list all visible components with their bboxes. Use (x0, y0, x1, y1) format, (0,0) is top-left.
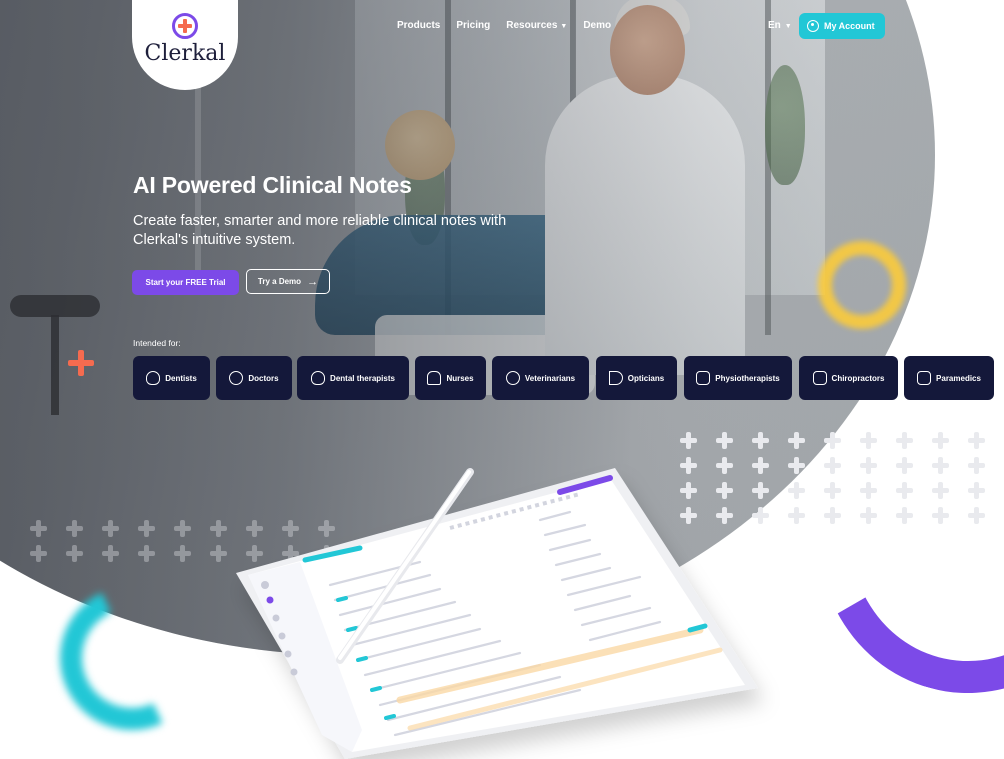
nurse-icon (427, 371, 442, 385)
tooth-icon (146, 371, 161, 385)
profession-label: Paramedics (936, 373, 981, 383)
profession-physiotherapists[interactable]: Physiotherapists (684, 356, 792, 400)
stethoscope-icon (229, 371, 244, 385)
profession-label: Dentists (165, 373, 197, 383)
profession-doctors[interactable]: Doctors (216, 356, 292, 400)
yellow-ring-decoration (818, 241, 906, 329)
profession-paramedics[interactable]: Paramedics (904, 356, 994, 400)
nav-products[interactable]: Products (397, 20, 440, 31)
language-selector[interactable]: En ▼ (768, 20, 792, 31)
profession-label: Doctors (248, 373, 279, 383)
orange-plus-decoration (68, 350, 94, 376)
physio-icon (696, 371, 711, 385)
eye-icon (608, 371, 623, 385)
nav-demo[interactable]: Demo (583, 20, 611, 31)
profession-dental-therapists[interactable]: Dental therapists (297, 356, 409, 400)
spine-icon (812, 371, 827, 385)
paw-icon (505, 371, 520, 385)
hero-subtitle: Create faster, smarter and more reliable… (133, 213, 507, 248)
intended-for-label: Intended for: (133, 338, 181, 348)
tooth-icon (311, 371, 326, 385)
profession-opticians[interactable]: Opticians (596, 356, 677, 400)
nav-resources[interactable]: Resources ▼ (506, 20, 567, 31)
logo-text: Clerkal (144, 41, 226, 66)
try-demo-label: Try a Demo (257, 277, 302, 286)
try-demo-button[interactable]: Try a Demo → (246, 269, 330, 294)
profession-label: Nurses (446, 373, 474, 383)
profession-dentists[interactable]: Dentists (133, 356, 210, 400)
profession-veterinarians[interactable]: Veterinarians (492, 356, 589, 400)
camera-icon (917, 371, 932, 385)
arrow-right-icon: → (307, 275, 319, 288)
profession-chiropractors[interactable]: Chiropractors (799, 356, 898, 400)
chevron-down-icon: ▼ (784, 23, 792, 30)
nav-pricing[interactable]: Pricing (456, 20, 490, 31)
logo-plus-icon (172, 13, 198, 39)
account-label: My Account (824, 21, 875, 31)
user-circle-icon (807, 20, 819, 32)
hero-title: AI Powered Clinical Notes (133, 172, 412, 198)
chevron-down-icon: ▼ (560, 23, 568, 30)
profession-label: Chiropractors (831, 373, 885, 383)
profession-nurses[interactable]: Nurses (415, 356, 486, 400)
profession-label: Opticians (627, 373, 665, 383)
profession-label: Dental therapists (330, 373, 395, 383)
my-account-button[interactable]: My Account (799, 13, 885, 39)
start-free-trial-button[interactable]: Start your FREE Trial (132, 270, 239, 295)
plus-pattern (30, 520, 335, 562)
profession-label: Physiotherapists (715, 373, 780, 383)
profession-label: Veterinarians (524, 373, 576, 383)
main-nav: Products Pricing Resources ▼ Demo (397, 20, 611, 31)
